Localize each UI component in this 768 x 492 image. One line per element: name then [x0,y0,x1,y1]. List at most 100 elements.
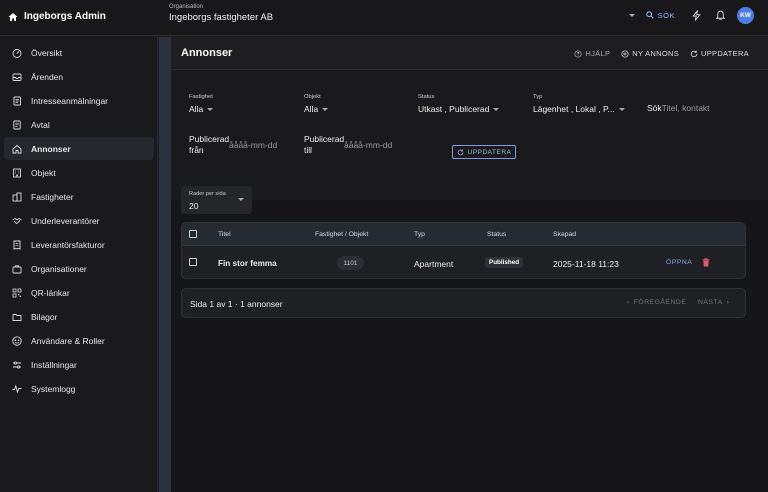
dashboard-icon [12,48,22,58]
object-filter-select[interactable]: Alla [304,104,329,114]
sidebar-item-bilagor[interactable]: Bilagor [4,305,154,328]
chevron-down-icon [322,107,329,111]
activity-icon [12,384,22,393]
bell-icon [715,10,725,20]
row-checkbox[interactable] [189,258,197,266]
search-field-label: Sök [647,103,662,113]
status-filter-label: Status [418,94,435,100]
handshake-icon [12,217,22,224]
select-all-checkbox[interactable] [189,230,197,238]
sidebar-item-label: Leverantörsfakturor [31,239,105,250]
sidebar-item-leverantorsfakturor[interactable]: Leverantörsfakturor [4,233,154,256]
sidebar-item-oversikt[interactable]: Översikt [4,41,154,64]
property-filter-select[interactable]: Alla [189,104,214,114]
sidebar-item-installningar[interactable]: Inställningar [4,353,154,376]
sidebar-item-arenden[interactable]: Ärenden [4,65,154,88]
apply-filters-button[interactable]: UPPDATERA [452,145,516,159]
new-ad-button[interactable]: NY ANNONS [621,49,679,58]
open-button[interactable]: ÖPPNA [666,259,692,266]
refresh-label: UPPDATERA [701,49,749,58]
type-filter-select[interactable]: Lägenhet , Lokal , P... [533,104,625,114]
top-bar: Ingeborgs Admin Organisation Ingeborgs f… [0,0,768,36]
sidebar-item-objekt[interactable]: Objekt [4,161,154,184]
row-created: 2025-11-18 11:23 [553,259,619,269]
pagination-bar: Sida 1 av 1 · 1 annonser ‹ FÖREGÅENDE NÄ… [181,288,746,318]
document-icon [13,96,21,105]
search-button[interactable]: SÖK [645,11,675,20]
inbox-icon [12,73,22,81]
next-page-button[interactable]: NÄSTA › [698,299,729,306]
page-header: Annonser HJÄLP NY ANNONS UPPDATERA [171,37,768,70]
column-header-type[interactable]: Typ [414,231,425,238]
sidebar-item-label: Inställningar [31,359,77,370]
add-icon [621,49,629,58]
apply-filters-label: UPPDATERA [467,148,512,156]
chevron-down-icon [207,107,214,111]
sidebar-item-fastigheter[interactable]: Fastigheter [4,185,154,208]
next-page-label: NÄSTA [698,299,723,306]
sidebar-item-label: Organisationer [31,263,87,274]
type-filter-value: Lägenhet , Lokal , P... [533,104,615,114]
main-content: Annonser HJÄLP NY ANNONS UPPDATERA Fasti… [171,37,768,492]
published-from-label-line2: från [189,145,204,155]
users-icon [12,335,22,346]
brand-name: Ingeborgs Admin [24,11,106,22]
user-avatar[interactable]: KW [737,6,754,24]
sidebar-item-qr-lankar[interactable]: QR-länkar [4,281,154,304]
sidebar-item-label: Användare & Roller [31,335,105,346]
published-from-date-input[interactable]: åååå-mm-dd [229,140,277,150]
object-filter-value: Alla [304,104,319,114]
status-filter-value: Utkast , Publicerad [418,104,490,114]
help-icon [574,49,582,58]
delete-icon[interactable] [702,258,710,267]
sidebar-item-anvandare-roller[interactable]: Användare & Roller [4,329,154,352]
sidebar-item-intresseanmalningar[interactable]: Intresseanmälningar [4,89,154,112]
sidebar-item-systemlogg[interactable]: Systemlogg [4,377,154,400]
search-icon [645,11,654,19]
organisation-dropdown-icon[interactable] [628,13,635,17]
type-filter-label: Typ [533,94,543,100]
search-field-placeholder: Titel, kontakt [661,103,710,113]
sidebar-item-label: Underleverantörer [31,215,100,226]
object-filter-label: Objekt [304,94,321,100]
published-to-date-input[interactable]: åååå-mm-dd [344,140,392,150]
sidebar-item-label: Annonser [31,143,71,154]
column-header-property-object[interactable]: Fastighet / Objekt [315,231,368,238]
sidebar-item-organisationer[interactable]: Organisationer [4,257,154,280]
previous-page-label: FÖREGÅENDE [633,299,687,306]
sidebar-item-underleverantorer[interactable]: Underleverantörer [4,209,154,232]
sidebar-item-annonser[interactable]: Annonser [4,137,154,160]
sidebar-item-avtal[interactable]: Avtal [4,113,154,136]
status-filter-select[interactable]: Utkast , Publicerad [418,104,500,114]
organisation-switcher[interactable]: Organisation Ingeborgs fastigheter AB [169,4,273,23]
column-header-title[interactable]: Titel [218,231,231,238]
help-button[interactable]: HJÄLP [574,49,610,58]
published-to-label-line2: till [304,145,313,155]
sidebar-item-label: Översikt [31,47,63,58]
notifications-button[interactable] [713,8,727,22]
object-chip[interactable]: 1101 [337,256,364,270]
contract-icon [13,120,21,129]
sidebar-item-label: QR-länkar [31,287,70,298]
column-header-status[interactable]: Status [487,231,506,238]
table-header: Titel Fastighet / Objekt Typ Status Skap… [182,223,745,246]
settings-icon [13,360,21,369]
sidebar-item-label: Intresseanmälningar [31,95,109,106]
row-title[interactable]: Fin stor femma [218,259,277,268]
column-header-created[interactable]: Skapad [553,231,576,238]
home-icon [12,144,22,153]
new-ad-label: NY ANNONS [632,49,679,58]
chevron-right-icon: › [726,299,730,306]
sidebar-item-label: Ärenden [31,71,64,82]
sidebar-item-label: Objekt [31,167,56,178]
chevron-down-icon [493,107,500,111]
rows-per-page-select[interactable]: Rader per sida 20 [181,186,252,214]
invoice-icon [13,240,21,250]
refresh-button[interactable]: UPPDATERA [690,49,749,58]
previous-page-button[interactable]: ‹ FÖREGÅENDE [627,299,686,306]
sidebar-item-label: Systemlogg [31,383,76,394]
brand[interactable]: Ingeborgs Admin [8,11,106,22]
building-icon [12,192,22,201]
search-field[interactable]: Sök Titel, kontakt [647,103,710,113]
quick-actions-button[interactable] [689,8,703,22]
